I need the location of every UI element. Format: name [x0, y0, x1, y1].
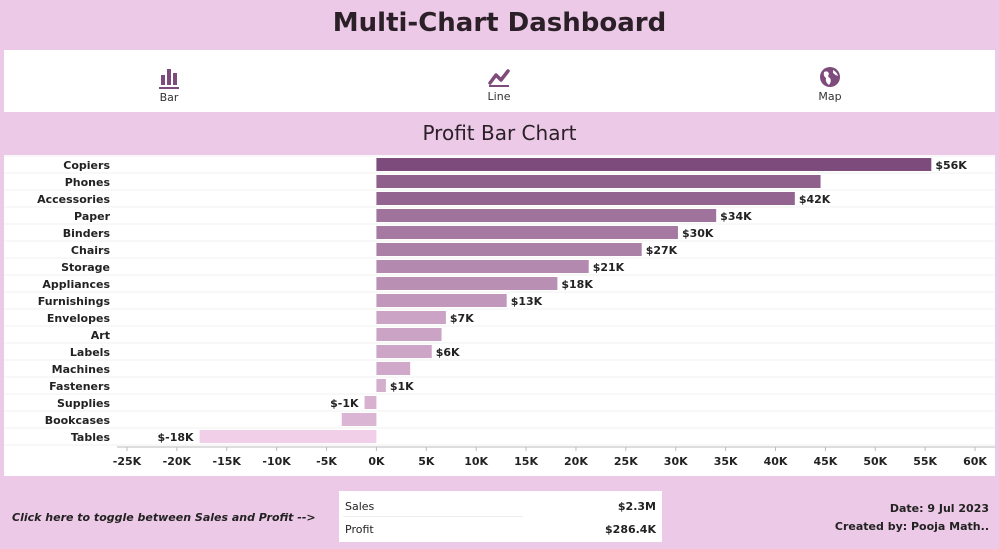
chart-title: Profit Bar Chart [422, 121, 577, 145]
bar [376, 260, 589, 273]
bar [376, 243, 642, 256]
x-tick-label: 45K [813, 455, 837, 468]
x-tick-label: 40K [764, 455, 788, 468]
bar [376, 192, 795, 205]
date-label: Date: 9 Jul 2023 [889, 502, 989, 515]
kpi-label: Profit [345, 523, 374, 536]
nav-item-label: Map [818, 90, 842, 103]
x-tick-label: 20K [564, 455, 588, 468]
nav-item-label: Line [487, 90, 511, 103]
active-indicator [159, 87, 179, 89]
data-label: $34K [720, 210, 752, 223]
globe-icon [820, 67, 840, 87]
category-label: Bookcases [45, 414, 111, 427]
kpi-divider [343, 516, 523, 517]
bar [376, 209, 717, 222]
category-label: Supplies [57, 397, 111, 410]
category-label: Paper [74, 210, 111, 223]
bar [376, 328, 442, 341]
data-label: $56K [935, 159, 967, 172]
x-tick-label: 50K [863, 455, 887, 468]
bar [376, 158, 932, 171]
nav-item-label: Bar [159, 91, 179, 104]
bar [376, 311, 446, 324]
category-label: Chairs [71, 244, 111, 257]
category-label: Phones [65, 176, 111, 189]
x-tick-label: 60K [963, 455, 987, 468]
data-label: $27K [646, 244, 678, 257]
bar [376, 175, 821, 188]
kpi-value: $286.4K [605, 523, 656, 536]
bar-chart-icon [161, 69, 177, 85]
dashboard-title: Multi-Chart Dashboard [332, 8, 667, 38]
x-tick-label: -5K [316, 455, 337, 468]
data-label: $42K [799, 193, 831, 206]
x-tick-label: 30K [664, 455, 688, 468]
category-label: Machines [52, 363, 111, 376]
data-label: $-1K [330, 397, 359, 410]
data-label: $-18K [157, 431, 194, 444]
chart-nav-bar: Bar Line Map [4, 50, 995, 112]
category-label: Art [91, 329, 110, 342]
nav-item-bar[interactable]: Bar [119, 66, 219, 104]
bar [376, 379, 386, 392]
data-label: $7K [450, 312, 474, 325]
bar [376, 362, 411, 375]
nav-item-map[interactable]: Map [780, 66, 880, 103]
category-label: Storage [61, 261, 110, 274]
nav-item-line[interactable]: Line [449, 66, 549, 103]
x-tick-label: 5K [418, 455, 435, 468]
bar [376, 345, 432, 358]
profit-bar-chart: Copiers $56K Phones Accessories $42K Paper $34… [4, 155, 995, 476]
category-label: Furnishings [38, 295, 111, 308]
bar [376, 277, 558, 290]
x-tick-label: 0K [368, 455, 385, 468]
data-label: $18K [561, 278, 593, 291]
category-label: Envelopes [47, 312, 111, 325]
kpi-value: $2.3M [617, 500, 656, 513]
x-tick-label: 10K [464, 455, 488, 468]
category-label: Accessories [37, 193, 110, 206]
bar [376, 294, 507, 307]
line-chart-icon [488, 69, 510, 87]
category-label: Fasteners [49, 380, 110, 393]
x-tick-label: -15K [213, 455, 242, 468]
x-tick-label: 15K [514, 455, 538, 468]
data-label: $13K [511, 295, 543, 308]
data-label: $21K [593, 261, 625, 274]
x-tick-label: 55K [913, 455, 937, 468]
data-label: $30K [682, 227, 714, 240]
author-label: Created by: Pooja Math.. [834, 520, 989, 533]
x-tick-label: 35K [714, 455, 738, 468]
category-label: Appliances [42, 278, 110, 291]
category-label: Copiers [63, 159, 110, 172]
x-tick-label: -20K [163, 455, 192, 468]
data-label: $1K [390, 380, 414, 393]
x-tick-label: 25K [614, 455, 638, 468]
toggle-sales-profit-link[interactable]: Click here to toggle between Sales and P… [12, 511, 316, 524]
kpi-summary-table: Sales $2.3M Profit $286.4K [339, 491, 662, 542]
data-label: $6K [436, 346, 460, 359]
bar [199, 430, 377, 443]
category-label: Binders [63, 227, 111, 240]
bar [364, 396, 377, 409]
bar [376, 226, 678, 239]
kpi-label: Sales [345, 500, 375, 513]
x-tick-label: -10K [262, 455, 291, 468]
x-tick-label: -25K [113, 455, 142, 468]
category-label: Tables [71, 431, 111, 444]
category-label: Labels [70, 346, 111, 359]
chart-svg: Copiers $56K Phones Accessories $42K Paper $34… [4, 155, 995, 468]
bar [341, 413, 377, 426]
